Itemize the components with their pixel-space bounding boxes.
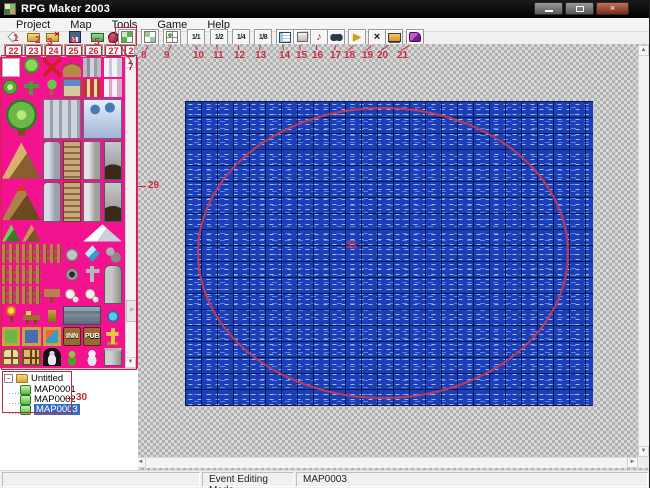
annotation-number-4: 4	[71, 36, 77, 46]
zoom-1-2-icon: 1/2	[215, 34, 223, 41]
toolbar-button-database[interactable]	[276, 29, 294, 45]
annotation-line	[137, 186, 146, 187]
annotation-number-30: 30	[76, 393, 87, 403]
map-horizontal-scrollbar[interactable]: ◄ ►	[135, 457, 638, 468]
toolbar-button-help-contents[interactable]	[406, 29, 424, 45]
maximize-icon	[576, 6, 584, 12]
annotation-number-29: 29	[148, 181, 159, 191]
toolbar-button-event-layer[interactable]	[163, 29, 181, 45]
map-canvas[interactable]	[185, 101, 593, 406]
materials-icon	[297, 32, 308, 42]
app-icon	[4, 3, 16, 15]
minimize-icon	[545, 10, 553, 12]
rpg-maker-window: RPG Maker 2003 × ProjectMapToolsGameHelp…	[0, 0, 650, 488]
annotation-box	[2, 371, 72, 413]
annotation-number-5: 5	[94, 38, 100, 48]
zoom-1-4-icon: 1/4	[237, 34, 245, 41]
status-mode: Event Editing Mode	[202, 472, 294, 487]
annotation-number-20: 20	[377, 51, 388, 61]
annotation-box	[115, 27, 137, 46]
status-map-name: MAP0003	[296, 472, 648, 487]
annotation-number-13: 13	[255, 51, 266, 61]
annotation-number-2: 2	[35, 36, 41, 46]
scroll-down-icon[interactable]: ▼	[638, 446, 649, 457]
toolbar-button-event-search[interactable]	[327, 29, 345, 45]
annotation-number-6: 6	[108, 36, 114, 46]
fullscreen-toggle-icon: ×	[374, 31, 380, 43]
annotation-number-1: 1	[13, 34, 19, 44]
toolbar-button-title-screen[interactable]	[385, 29, 403, 45]
annotation-line	[316, 45, 317, 50]
annotation-number-10: 10	[193, 51, 204, 61]
annotation-number-21: 21	[397, 51, 408, 61]
scroll-up-icon[interactable]: ▲	[638, 45, 649, 56]
title-screen-icon	[388, 33, 401, 42]
annotation-number-31: 31	[346, 241, 357, 251]
window-title: RPG Maker 2003	[21, 3, 110, 15]
music-icon: ♪	[316, 31, 322, 43]
annotation-number-12: 12	[234, 51, 245, 61]
annotation-number-9: 9	[164, 51, 170, 61]
toolbar-button-zoom-1-8[interactable]: 1/8	[254, 29, 272, 45]
toolbar-button-test-play[interactable]: ▶	[348, 29, 366, 45]
annotation-number-17: 17	[330, 51, 341, 61]
scroll-right-icon[interactable]: ►	[627, 457, 638, 468]
annotation-box	[1, 55, 137, 370]
database-icon	[279, 32, 291, 43]
annotation-number-18: 18	[344, 51, 355, 61]
zoom-1-1-icon: 1/1	[192, 34, 200, 41]
annotation-number-14: 14	[279, 51, 290, 61]
toolbar-button-materials[interactable]	[293, 29, 311, 45]
annotation-number-11: 11	[213, 51, 224, 61]
test-play-icon: ▶	[353, 32, 361, 43]
map-vertical-scrollbar[interactable]: ▲ ▼	[638, 45, 649, 457]
annotation-number-3: 3	[47, 38, 53, 48]
event-layer-icon	[166, 31, 178, 43]
toolbar-button-upper-layer[interactable]	[141, 29, 159, 45]
zoom-1-8-icon: 1/8	[259, 34, 267, 41]
annotation-number-16: 16	[312, 51, 323, 61]
title-bar: RPG Maker 2003 ×	[0, 0, 650, 18]
map-view: ▲ ▼ ◄ ►	[134, 44, 650, 470]
toolbar-button-zoom-1-1[interactable]: 1/1	[187, 29, 205, 45]
close-button[interactable]: ×	[596, 2, 629, 15]
toolbar-button-zoom-1-2[interactable]: 1/2	[210, 29, 228, 45]
toolbar-button-fullscreen-toggle[interactable]: ×	[368, 29, 386, 45]
status-bar: Event Editing Mode MAP0003	[0, 470, 650, 488]
upper-layer-icon	[144, 31, 156, 43]
scrollbar-corner	[638, 457, 649, 468]
annotation-number-15: 15	[296, 51, 307, 61]
toolbar-button-zoom-1-4[interactable]: 1/4	[232, 29, 250, 45]
window-controls: ×	[534, 2, 629, 15]
status-panel-empty	[2, 472, 200, 487]
annotation-line	[238, 45, 239, 50]
close-icon: ×	[610, 4, 615, 13]
event-search-icon	[330, 32, 343, 42]
maximize-button[interactable]	[565, 2, 594, 15]
annotation-number-19: 19	[362, 51, 373, 61]
toolbar-button-music[interactable]: ♪	[310, 29, 328, 45]
minimize-button[interactable]	[534, 2, 563, 15]
annotation-ellipse	[197, 107, 569, 399]
help-contents-icon	[409, 32, 421, 42]
annotation-number-8: 8	[141, 51, 147, 61]
